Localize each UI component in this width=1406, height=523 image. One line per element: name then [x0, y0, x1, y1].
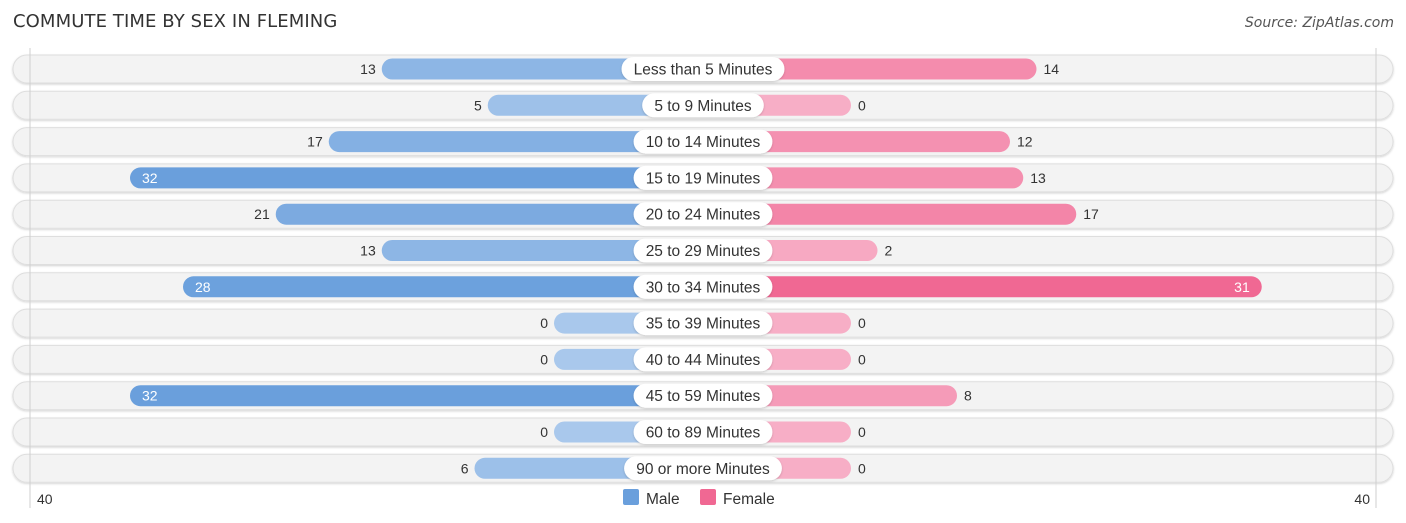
female-value-label: 12 — [1017, 134, 1033, 150]
category-label: 60 to 89 Minutes — [646, 425, 761, 442]
male-bar[interactable] — [183, 276, 703, 298]
chart-row: 30 to 34 Minutes 28 31 — [12, 272, 1394, 302]
male-value-label: 13 — [360, 243, 376, 259]
category-label: 15 to 19 Minutes — [646, 170, 761, 187]
male-value-label: 32 — [142, 170, 158, 186]
female-value-label: 31 — [1234, 279, 1250, 295]
female-value-label: 0 — [858, 424, 866, 440]
chart-rows: Less than 5 Minutes 13 14 5 to 9 Minutes 5 0 1… — [12, 54, 1394, 483]
category-label: Less than 5 Minutes — [634, 62, 773, 79]
male-value-label: 0 — [540, 315, 548, 331]
chart-row: 40 to 44 Minutes 0 0 — [12, 344, 1394, 374]
category-label: 90 or more Minutes — [636, 461, 770, 478]
male-value-label: 28 — [195, 279, 211, 295]
category-label: 10 to 14 Minutes — [646, 134, 761, 151]
chart-row: 60 to 89 Minutes 0 0 — [12, 417, 1394, 447]
chart-row: 10 to 14 Minutes 17 12 — [12, 127, 1394, 157]
chart-row: Less than 5 Minutes 13 14 — [12, 54, 1394, 84]
category-label: 25 to 29 Minutes — [646, 243, 761, 260]
male-value-label: 0 — [540, 351, 548, 367]
female-value-label: 0 — [858, 351, 866, 367]
axis-label-right: 40 — [1354, 491, 1370, 507]
axis-label-left: 40 — [37, 491, 53, 507]
male-value-label: 0 — [540, 424, 548, 440]
male-value-label: 32 — [142, 388, 158, 404]
chart-row: 90 or more Minutes 6 0 — [12, 453, 1394, 483]
female-value-label: 13 — [1030, 170, 1046, 186]
category-label: 40 to 44 Minutes — [646, 352, 761, 369]
male-bar[interactable] — [130, 385, 703, 407]
category-label: 35 to 39 Minutes — [646, 316, 761, 333]
category-label: 20 to 24 Minutes — [646, 207, 761, 224]
category-label: 45 to 59 Minutes — [646, 388, 761, 405]
legend: Male Female — [623, 489, 775, 508]
male-value-label: 5 — [474, 97, 482, 113]
female-value-label: 17 — [1083, 206, 1099, 222]
legend-label-female: Female — [723, 491, 775, 508]
legend-swatch-male[interactable] — [623, 489, 639, 505]
chart-row: 20 to 24 Minutes 21 17 — [12, 199, 1394, 229]
chart-row: 35 to 39 Minutes 0 0 — [12, 308, 1394, 338]
chart-row: 45 to 59 Minutes 32 8 — [12, 381, 1394, 411]
female-bar[interactable] — [703, 276, 1262, 298]
category-label: 5 to 9 Minutes — [654, 98, 752, 115]
category-label: 30 to 34 Minutes — [646, 279, 761, 296]
chart-row: 5 to 9 Minutes 5 0 — [12, 90, 1394, 120]
female-value-label: 0 — [858, 460, 866, 476]
female-value-label: 0 — [858, 315, 866, 331]
legend-label-male: Male — [646, 491, 680, 508]
male-value-label: 17 — [307, 134, 323, 150]
female-value-label: 2 — [885, 243, 893, 259]
male-value-label: 13 — [360, 61, 376, 77]
chart-row: 25 to 29 Minutes 13 2 — [12, 236, 1394, 265]
chart-row: 15 to 19 Minutes 32 13 — [12, 163, 1394, 193]
male-value-label: 6 — [461, 460, 469, 476]
legend-swatch-female[interactable] — [700, 489, 716, 505]
male-bar[interactable] — [130, 167, 703, 189]
diverging-bar-chart: Less than 5 Minutes 13 14 5 to 9 Minutes 5 0 1… — [12, 48, 1394, 508]
female-value-label: 14 — [1044, 61, 1060, 77]
male-value-label: 21 — [254, 206, 270, 222]
female-value-label: 8 — [964, 388, 972, 404]
female-value-label: 0 — [858, 97, 866, 113]
